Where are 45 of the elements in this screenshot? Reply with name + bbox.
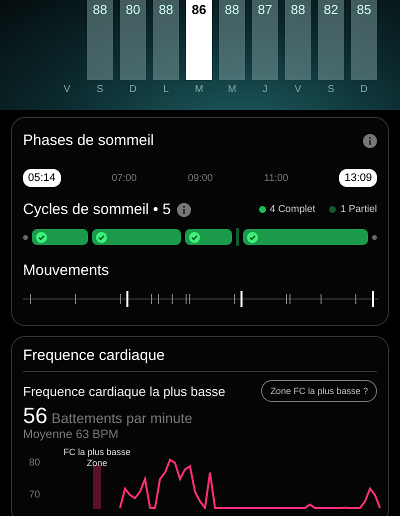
time-tick: 07:00 bbox=[112, 172, 137, 184]
day-bar[interactable]: 80 bbox=[120, 0, 146, 80]
day-bar[interactable]: 87 bbox=[252, 0, 278, 80]
day-bar[interactable]: 82 bbox=[318, 0, 344, 80]
section-title: Frequence cardiaque la plus basse bbox=[23, 384, 226, 398]
day-label: S bbox=[326, 84, 336, 95]
day-label: V bbox=[62, 84, 72, 95]
day-bar[interactable]: 85 bbox=[351, 0, 377, 80]
day-label: M bbox=[194, 84, 204, 95]
time-tick: 11:00 bbox=[264, 172, 288, 184]
day-bar[interactable]: 88 bbox=[87, 0, 113, 80]
check-icon bbox=[96, 232, 108, 242]
time-tick: 09:00 bbox=[188, 172, 213, 184]
card-title: Phases de sommeil bbox=[23, 132, 154, 149]
card-title: Frequence cardiaque bbox=[23, 347, 166, 364]
day-bar[interactable]: 86 bbox=[186, 0, 212, 80]
day-label: L bbox=[162, 84, 170, 95]
check-icon bbox=[247, 232, 258, 242]
start-time: 05:14 bbox=[23, 169, 61, 187]
axis-tick: 70 bbox=[29, 490, 40, 501]
axis-tick: 80 bbox=[29, 458, 40, 469]
unit-label: Battements par minute bbox=[51, 411, 192, 426]
day-label: D bbox=[128, 84, 138, 95]
legend-label: 4 Complet bbox=[270, 204, 316, 215]
info-icon[interactable] bbox=[363, 134, 377, 148]
zone-button[interactable]: Zone FC la plus basse ? bbox=[261, 380, 377, 402]
day-bar[interactable]: 88 bbox=[285, 0, 311, 80]
section-title: Mouvements bbox=[23, 262, 110, 279]
zone-label: FC la plus basse Zone bbox=[62, 447, 132, 470]
day-label: J bbox=[262, 84, 268, 95]
zone-band bbox=[93, 465, 101, 510]
day-label: S bbox=[96, 84, 104, 95]
day-bar[interactable]: 88 bbox=[153, 0, 179, 80]
average-label: Moyenne 63 BPM bbox=[23, 427, 120, 442]
end-time: 13:09 bbox=[339, 169, 377, 187]
section-title: Cycles de sommeil • 5 bbox=[23, 201, 171, 218]
day-bar[interactable]: 88 bbox=[219, 0, 245, 80]
day-label: D bbox=[359, 84, 369, 95]
check-icon bbox=[36, 232, 47, 242]
day-label: V bbox=[294, 84, 302, 95]
heart-rate-value: 56 bbox=[23, 404, 48, 428]
legend-label: 1 Partiel bbox=[340, 204, 377, 215]
check-icon bbox=[189, 232, 200, 242]
info-icon[interactable] bbox=[176, 202, 191, 216]
day-label: M bbox=[226, 84, 238, 95]
